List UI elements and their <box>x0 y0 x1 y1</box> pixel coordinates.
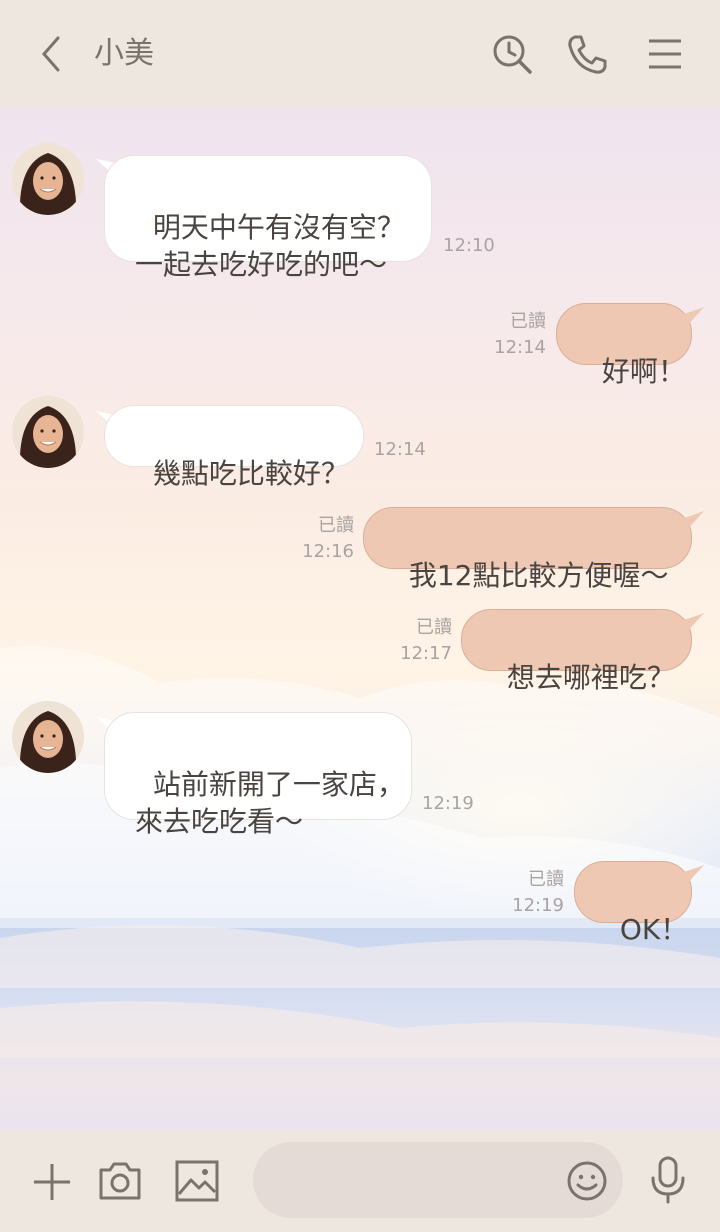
bubble-tail <box>680 865 704 885</box>
message-time: 12:19 <box>422 793 474 814</box>
outgoing-message-bubble[interactable]: 想去哪裡吃？ <box>461 609 692 694</box>
emoji-icon[interactable] <box>566 1160 608 1202</box>
mic-icon[interactable] <box>650 1156 686 1204</box>
bubble-tail <box>680 613 704 633</box>
message-text: 幾點吃比較好？ <box>152 457 349 490</box>
bubble-tail <box>680 307 704 327</box>
message-time: 12:17 <box>400 643 452 664</box>
outgoing-message-bubble[interactable]: 好啊！ <box>556 303 692 388</box>
message-time: 12:19 <box>512 895 564 916</box>
read-receipt: 已讀 <box>416 617 452 638</box>
message-input-bar <box>0 1130 720 1232</box>
contact-avatar[interactable] <box>12 396 84 468</box>
chat-title: 小美 <box>94 36 154 71</box>
message-time: 12:14 <box>494 337 546 358</box>
image-icon[interactable] <box>175 1160 219 1202</box>
back-icon[interactable] <box>36 34 66 74</box>
message-time: 12:14 <box>374 439 426 460</box>
message-text: OK！ <box>619 913 689 946</box>
menu-icon[interactable] <box>648 38 682 70</box>
chat-header: 小美 <box>0 0 720 108</box>
search-icon[interactable] <box>490 32 534 76</box>
message-time: 12:16 <box>302 541 354 562</box>
message-input[interactable] <box>253 1142 623 1218</box>
contact-avatar[interactable] <box>12 701 84 773</box>
outgoing-message-bubble[interactable]: 我12點比較方便喔～ <box>363 507 692 592</box>
message-text: 好啊！ <box>601 355 686 388</box>
bubble-tail <box>680 511 704 531</box>
message-text: 想去哪裡吃？ <box>506 661 675 694</box>
plus-icon[interactable] <box>32 1162 72 1202</box>
outgoing-message-bubble[interactable]: OK！ <box>574 861 692 946</box>
incoming-message-bubble[interactable]: 明天中午有沒有空？ 一起去吃好吃的吧～ <box>104 155 432 281</box>
read-receipt: 已讀 <box>528 869 564 890</box>
message-text: 明天中午有沒有空？ 一起去吃好吃的吧～ <box>135 211 405 281</box>
read-receipt: 已讀 <box>318 515 354 536</box>
message-text: 我12點比較方便喔～ <box>408 559 669 592</box>
incoming-message-bubble[interactable]: 幾點吃比較好？ <box>104 405 364 490</box>
phone-icon[interactable] <box>566 34 608 76</box>
camera-icon[interactable] <box>97 1160 143 1202</box>
read-receipt: 已讀 <box>510 311 546 332</box>
incoming-message-bubble[interactable]: 站前新開了一家店， 來去吃吃看～ <box>104 712 412 838</box>
message-time: 12:10 <box>443 235 495 256</box>
contact-avatar[interactable] <box>12 143 84 215</box>
